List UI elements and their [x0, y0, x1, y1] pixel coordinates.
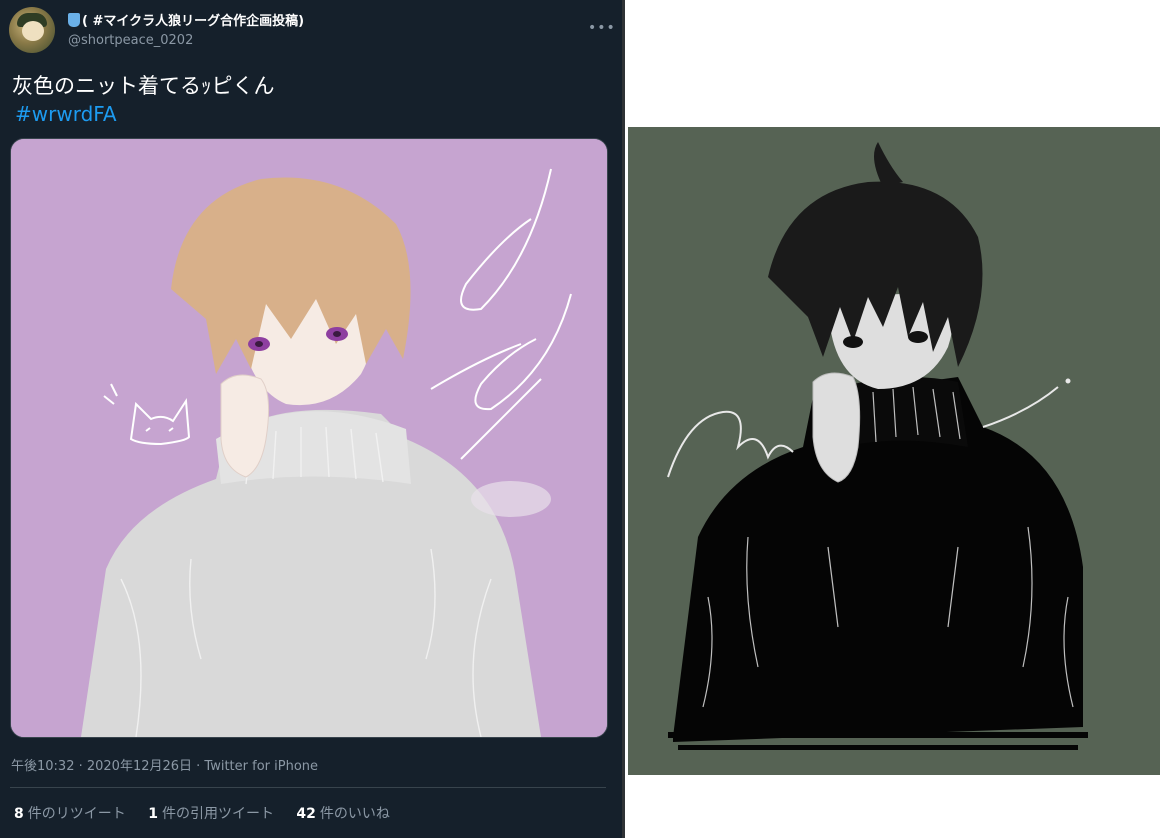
divider: [10, 787, 606, 788]
green-illustration: [628, 127, 1160, 775]
retweets-count: 8: [14, 806, 24, 822]
likes-stat[interactable]: 42 件のいいね: [296, 806, 389, 822]
avatar[interactable]: [9, 7, 55, 53]
sock-emoji-icon: [68, 13, 80, 27]
quotes-label: 件の引用ツイート: [161, 806, 274, 822]
display-name-text: ( #マイクラ人狼リーグ合作企画投稿): [82, 14, 305, 29]
more-horizontal-icon[interactable]: •••: [588, 20, 616, 36]
retweets-label: 件のリツイート: [27, 806, 126, 822]
user-handle[interactable]: @shortpeace_0202: [68, 33, 193, 48]
tweet-text: 灰色のニット着てるｯピくん: [12, 74, 275, 98]
panel-divider: [622, 0, 625, 838]
retweets-stat[interactable]: 8 件のリツイート: [14, 806, 126, 822]
tweet-timestamp[interactable]: 午後10:32 · 2020年12月26日 · Twitter for iPho…: [11, 755, 318, 774]
tweet-panel: ( #マイクラ人狼リーグ合作企画投稿) @shortpeace_0202 •••…: [0, 0, 622, 838]
likes-label: 件のいいね: [319, 806, 390, 822]
quotes-count: 1: [148, 806, 158, 822]
hashtag-link[interactable]: #wrwrdFA: [15, 102, 117, 126]
purple-illustration: [11, 139, 607, 737]
green-illustration-art: [628, 127, 1160, 775]
avatar-face: [22, 21, 44, 41]
tweet-image[interactable]: [10, 138, 608, 738]
quotes-stat[interactable]: 1 件の引用ツイート: [148, 806, 274, 822]
display-name[interactable]: ( #マイクラ人狼リーグ合作企画投稿): [68, 10, 304, 29]
tweet-stats: 8 件のリツイート 1 件の引用ツイート 42 件のいいね: [14, 803, 408, 823]
likes-count: 42: [296, 806, 316, 822]
